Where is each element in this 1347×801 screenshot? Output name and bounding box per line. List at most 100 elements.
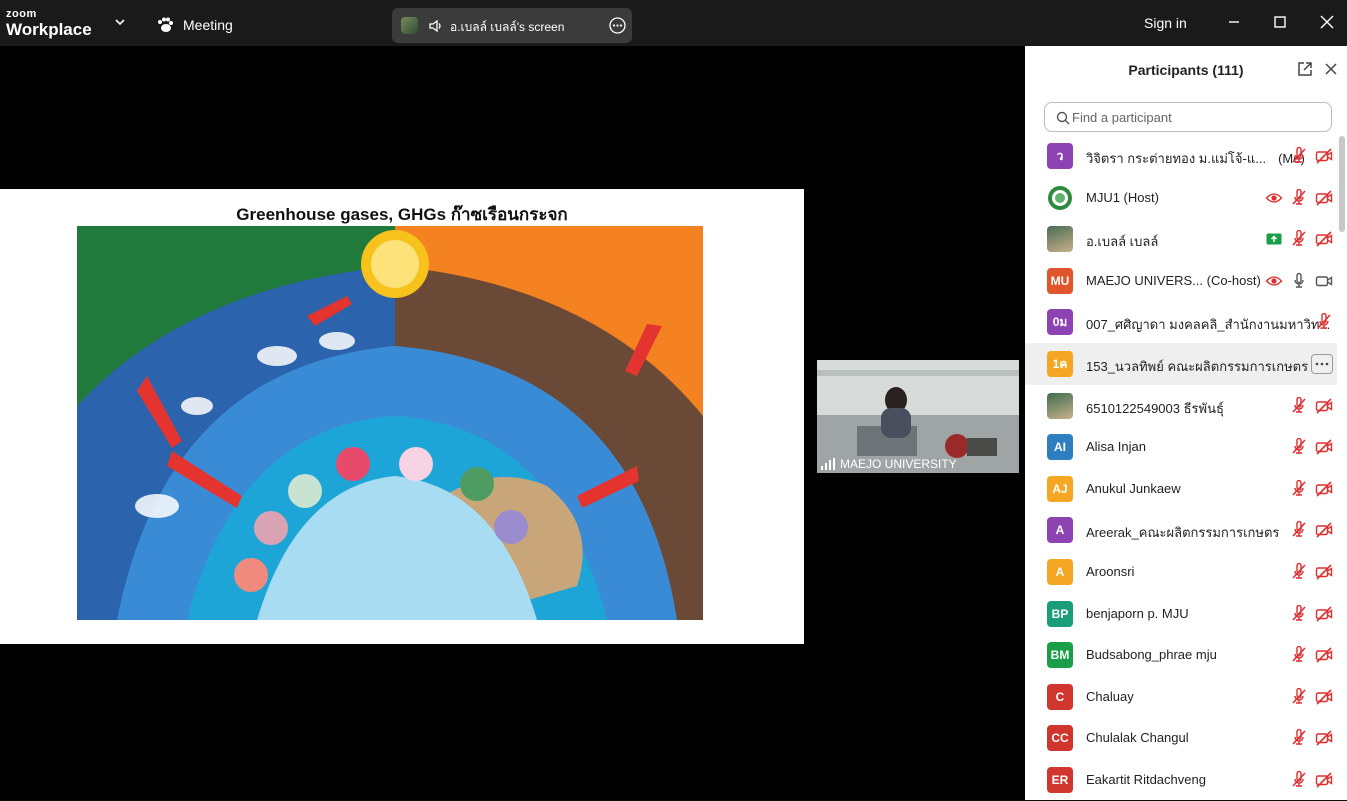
speaker-icon[interactable] (428, 18, 444, 34)
participant-row[interactable]: CC Chulalak Changul (1025, 717, 1337, 759)
search-icon (1056, 111, 1070, 125)
participant-row[interactable]: AI Alisa Injan (1025, 426, 1337, 468)
video-off-icon[interactable] (1315, 563, 1333, 581)
participant-video-tile[interactable]: MAEJO UNIVERSITY (817, 360, 1019, 473)
more-options-icon[interactable] (609, 17, 626, 34)
more-icon[interactable] (1311, 353, 1333, 374)
mic-off-icon[interactable] (1290, 562, 1308, 581)
video-off-icon[interactable] (1315, 397, 1333, 415)
video-off-icon[interactable] (1315, 521, 1333, 539)
video-name: MAEJO UNIVERSITY (840, 457, 957, 471)
participant-avatar: BM (1047, 642, 1073, 669)
video-off-icon[interactable] (1315, 189, 1333, 207)
participant-name: Aroonsri (1086, 564, 1134, 579)
participant-name: Anukul Junkaew (1086, 481, 1181, 496)
share-screen-icon[interactable] (1265, 230, 1283, 248)
participant-row[interactable]: ว วิจิตรา กระต่ายทอง ม.แม่โจ้-แ... (Me) (1025, 135, 1337, 177)
meeting-button[interactable]: Meeting (156, 15, 233, 35)
participant-avatar: AJ (1047, 475, 1073, 502)
participant-list-scrollbar[interactable] (1339, 136, 1345, 232)
mic-off-icon[interactable] (1290, 479, 1308, 498)
search-input[interactable] (1072, 107, 1312, 127)
mic-off-icon[interactable] (1290, 521, 1308, 539)
participant-avatar: 0ม (1047, 309, 1073, 336)
video-off-icon[interactable] (1315, 646, 1333, 664)
participant-avatar: ER (1047, 766, 1073, 793)
mic-off-icon[interactable] (1290, 438, 1308, 456)
participant-name: อ.เบลล์ เบลล์ (1086, 231, 1158, 252)
video-off-icon[interactable] (1315, 688, 1333, 706)
participant-row[interactable]: BM Budsabong_phrae mju (1025, 634, 1337, 676)
participant-row[interactable]: A Areerak_คณะผลิตกรรมการเกษตร (1025, 509, 1337, 551)
mic-off-icon[interactable] (1290, 770, 1308, 789)
mic-off-icon[interactable] (1290, 230, 1308, 248)
participant-row[interactable]: อ.เบลล์ เบลล์ (1025, 218, 1337, 260)
zoom-workplace-logo[interactable]: zoom Workplace (6, 8, 92, 39)
mic-off-icon[interactable] (1290, 396, 1308, 415)
participant-name-text: benjaporn p. MJU (1086, 605, 1189, 621)
participant-name: Areerak_คณะผลิตกรรมการเกษตร (1086, 522, 1279, 543)
participant-row[interactable]: A Aroonsri (1025, 551, 1337, 593)
shared-screen-stage: Greenhouse gases, GHGs ก๊าซเรือนกระจก MA… (0, 46, 1025, 800)
participant-name-text: Chaluay (1086, 688, 1134, 704)
participant-row[interactable]: 0ม 007_ศศิญาดา มงคลคลิ_สำนักงานมหาวิท... (1025, 301, 1337, 343)
participant-name: Chulalak Changul (1086, 730, 1189, 745)
chevron-down-icon[interactable] (114, 16, 126, 28)
participant-status-icons (1311, 353, 1333, 374)
mic-off-icon[interactable] (1290, 729, 1308, 747)
brand-top: zoom (6, 8, 37, 20)
participant-status-icons (1290, 646, 1333, 664)
mic-off-icon[interactable] (1290, 188, 1308, 207)
participant-row[interactable]: C Chaluay (1025, 676, 1337, 718)
participant-status-icons (1290, 521, 1333, 539)
recording-icon[interactable] (1265, 189, 1283, 207)
participant-row[interactable]: ER Eakartit Ritdachveng (1025, 759, 1337, 801)
participant-row[interactable]: AJ Anukul Junkaew (1025, 468, 1337, 510)
participant-row[interactable]: MJU1 (Host) (1025, 177, 1337, 219)
shared-slide: Greenhouse gases, GHGs ก๊าซเรือนกระจก (0, 189, 804, 644)
minimize-icon[interactable] (1225, 13, 1243, 31)
participant-avatar: BP (1047, 600, 1073, 627)
participant-status-icons (1290, 396, 1333, 415)
participant-row[interactable]: 1ค 153_นวลทิพย์ คณะผลิตกรรมการเกษตร (1025, 342, 1337, 385)
participant-row[interactable]: MU MAEJO UNIVERS... (Co-host) (1025, 260, 1337, 302)
participant-avatar (1047, 392, 1073, 419)
participant-status-icons (1290, 479, 1333, 498)
video-off-icon[interactable] (1315, 147, 1333, 165)
participant-name-text: MJU1 (Host) (1086, 189, 1159, 205)
paw-icon (158, 17, 173, 32)
participant-avatar (1047, 184, 1073, 211)
recording-icon[interactable] (1265, 272, 1283, 290)
close-panel-icon[interactable] (1324, 62, 1338, 76)
participant-row[interactable]: 6510122549003 ธีรพันธุ์ (1025, 385, 1337, 427)
video-off-icon[interactable] (1315, 438, 1333, 456)
screen-share-indicator[interactable]: อ.เบลล์ เบลล์'s screen (392, 8, 632, 43)
participant-status-icons (1290, 687, 1333, 706)
video-off-icon[interactable] (1315, 230, 1333, 248)
participant-avatar (1047, 226, 1073, 253)
participant-name-text: Alisa Injan (1086, 439, 1146, 455)
video-off-icon[interactable] (1315, 771, 1333, 789)
participant-name: 007_ศศิญาดา มงคลคลิ_สำนักงานมหาวิท... (1086, 314, 1330, 335)
video-name-label: MAEJO UNIVERSITY (821, 457, 957, 471)
mic-on-icon[interactable] (1290, 272, 1308, 290)
mic-off-icon[interactable] (1290, 604, 1308, 623)
pop-out-icon[interactable] (1297, 61, 1313, 77)
maximize-icon[interactable] (1271, 13, 1289, 31)
participant-name: Alisa Injan (1086, 439, 1146, 454)
participant-status-icons (1290, 562, 1333, 581)
participant-row[interactable]: BP benjaporn p. MJU (1025, 593, 1337, 635)
mic-off-icon[interactable] (1290, 646, 1308, 664)
video-on-icon[interactable] (1315, 272, 1333, 290)
participant-name: MAEJO UNIVERS... (Co-host) (1086, 273, 1261, 288)
mic-off-icon[interactable] (1290, 687, 1308, 706)
video-off-icon[interactable] (1315, 605, 1333, 623)
video-off-icon[interactable] (1315, 729, 1333, 747)
participant-name: วิจิตรา กระต่ายทอง ม.แม่โจ้-แ... (Me) (1086, 148, 1305, 169)
mic-off-icon[interactable] (1315, 313, 1333, 331)
sign-in-link[interactable]: Sign in (1144, 15, 1187, 31)
mic-off-icon[interactable] (1290, 147, 1308, 165)
participant-name: Budsabong_phrae mju (1086, 647, 1217, 662)
video-off-icon[interactable] (1315, 480, 1333, 498)
close-window-icon[interactable] (1318, 13, 1336, 31)
